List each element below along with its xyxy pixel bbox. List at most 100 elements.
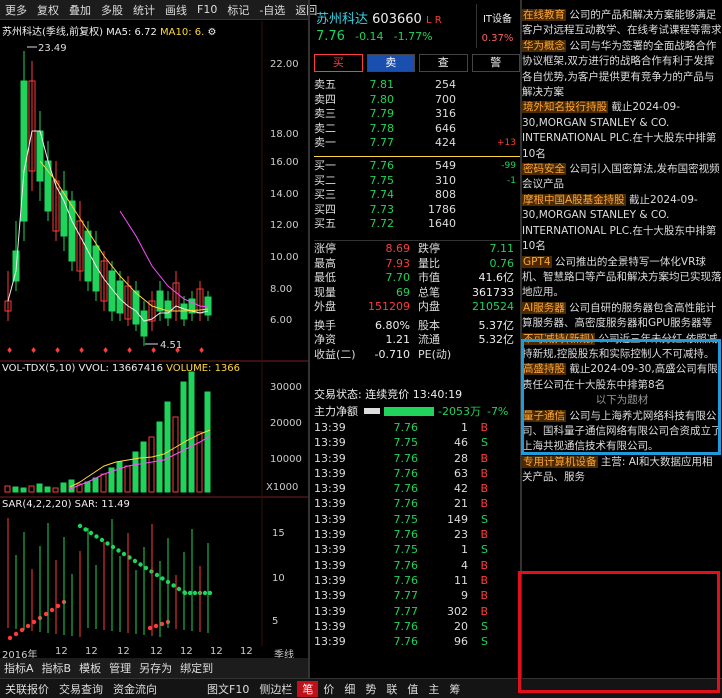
- toolbar-add-watchlist[interactable]: -自选: [254, 2, 290, 18]
- bid-row[interactable]: 买二 7.75 310 -1: [314, 174, 520, 189]
- news-tag[interactable]: 在线教育: [522, 9, 566, 21]
- status-f10[interactable]: 图文F10: [202, 681, 254, 697]
- toolbar-restore-right[interactable]: 复权: [32, 2, 64, 18]
- sar-dot: [171, 583, 176, 588]
- status-sidebar[interactable]: 侧边栏: [254, 681, 297, 697]
- price-tick: 16.00: [270, 157, 299, 168]
- tab-save-as[interactable]: 另存为: [135, 660, 176, 676]
- trade-volume: 11: [454, 573, 468, 587]
- status-tab-trades[interactable]: 笔: [297, 680, 319, 697]
- status-related-quote[interactable]: 关联报价: [0, 681, 54, 697]
- status-fund-flow[interactable]: 资金流向: [108, 681, 162, 697]
- toolbar-mark[interactable]: 标记: [222, 2, 254, 18]
- trade-volume: 28: [454, 451, 468, 465]
- toolbar-overlay[interactable]: 叠加: [64, 2, 96, 18]
- toolbar-more[interactable]: 更多: [0, 2, 32, 18]
- ask-row[interactable]: 卖二 7.78 646: [314, 122, 520, 137]
- sar-panel[interactable]: SAR(4,2,2,20) SAR: 11.49 15 10 5: [0, 498, 308, 646]
- trade-row[interactable]: 13:39 7.76 20 S: [314, 619, 520, 634]
- news-tag[interactable]: 华为概念: [522, 39, 566, 52]
- kline-panel[interactable]: 苏州科达(季线,前复权) MA5: 6.72 MA10: 6. ⚙ ♦ ♦ ♦ ♦ ♦ ♦…: [0, 21, 308, 361]
- trade-row[interactable]: 13:39 7.77 9 B: [314, 588, 520, 603]
- news-tag[interactable]: 密码安全: [522, 163, 566, 176]
- news-item[interactable]: 摩根中国A股基金持股 截止2024-09-30,MORGAN STANLEY &…: [522, 193, 722, 255]
- news-item[interactable]: 在线教育 公司的产品和解决方案能够满足客户对远程互动教学、在线考试课程等需求: [522, 8, 722, 39]
- toolbar-draw-line[interactable]: 画线: [160, 2, 192, 18]
- trade-row[interactable]: 13:39 7.76 28 B: [314, 451, 520, 466]
- stat-row: 涨停 8.69 跌停 7.11: [314, 242, 514, 255]
- bid-row[interactable]: 买一 7.76 549 -99: [314, 159, 520, 174]
- news-item[interactable]: 专用计算机设备 主营: AI和大数据应用相关产品、服务: [522, 455, 722, 486]
- sector-box[interactable]: IT设备 0.37%: [476, 4, 518, 48]
- sar-svg: [7, 498, 263, 646]
- news-item[interactable]: AI服务器 公司自研的服务器包含高性能计算服务器、高密度服务器和GPU服务器等: [522, 301, 722, 332]
- news-tag[interactable]: 专用计算机设备: [522, 455, 598, 468]
- main-flow-row[interactable]: 主力净额 -2053万 -7%: [314, 403, 520, 419]
- x-tick: 12: [85, 646, 98, 657]
- trade-row[interactable]: 13:39 7.77 302 B: [314, 604, 520, 619]
- ask-row[interactable]: 卖三 7.79 316: [314, 107, 520, 122]
- news-tag[interactable]: AI服务器: [522, 301, 566, 314]
- tab-template[interactable]: 模板: [75, 660, 105, 676]
- stat-row: 换手 6.80% 股本 5.37亿: [314, 318, 514, 332]
- trade-row[interactable]: 13:39 7.76 63 B: [314, 466, 520, 481]
- trade-row[interactable]: 13:39 7.75 149 S: [314, 512, 520, 527]
- alert-button[interactable]: 警: [471, 54, 520, 72]
- trade-row[interactable]: 13:39 7.76 11 B: [314, 573, 520, 588]
- query-button[interactable]: 查: [419, 54, 468, 72]
- trade-row[interactable]: 13:39 7.76 96 S: [314, 634, 520, 649]
- ask-row[interactable]: 卖五 7.81 254: [314, 78, 520, 93]
- x-tick: 12: [117, 646, 130, 657]
- trade-row[interactable]: 13:39 7.76 23 B: [314, 527, 520, 542]
- status-tab-value[interactable]: 值: [402, 681, 423, 697]
- trade-price: 7.76: [393, 573, 419, 587]
- tab-indicator-b[interactable]: 指标B: [38, 660, 76, 676]
- status-tab-detail[interactable]: 细: [339, 681, 360, 697]
- vol-unit: X1000: [266, 482, 299, 493]
- tab-bind[interactable]: 绑定到: [176, 660, 217, 676]
- status-tab-link[interactable]: 联: [381, 681, 402, 697]
- news-text: 公司推出的全景特写一体化VR球机、智慧路口等产品和解决方案均已实现落地应用。: [522, 255, 722, 299]
- status-tab-price[interactable]: 价: [318, 681, 339, 697]
- trade-row[interactable]: 13:39 7.76 21 B: [314, 496, 520, 511]
- buy-button[interactable]: 买: [314, 54, 363, 72]
- toolbar-multi-stock[interactable]: 多股: [96, 2, 128, 18]
- stat-row: 外盘 151209 内盘 210524: [314, 300, 514, 313]
- trade-row[interactable]: 13:39 7.76 42 B: [314, 481, 520, 496]
- toolbar-f10[interactable]: F10: [192, 3, 222, 16]
- sell-button[interactable]: 卖: [366, 54, 415, 72]
- bid-row[interactable]: 买三 7.74 808: [314, 188, 520, 203]
- bid-row[interactable]: 买四 7.73 1786: [314, 203, 520, 218]
- news-item[interactable]: 境外知名投行持股 截止2024-09-30,MORGAN STANLEY & C…: [522, 100, 722, 162]
- tab-indicator-a[interactable]: 指标A: [0, 660, 38, 676]
- trade-side: S: [481, 512, 488, 526]
- status-trade-query[interactable]: 交易查询: [54, 681, 108, 697]
- expand-arrow-icon[interactable]: [364, 408, 380, 414]
- news-tag[interactable]: 境外知名投行持股: [522, 101, 608, 114]
- trade-row[interactable]: 13:39 7.75 1 S: [314, 542, 520, 557]
- bid-row[interactable]: 买五 7.72 1640: [314, 217, 520, 232]
- trade-volume: 4: [461, 558, 468, 572]
- divider: [314, 240, 520, 241]
- tab-manage[interactable]: 管理: [105, 660, 135, 676]
- status-tab-main[interactable]: 主: [423, 681, 444, 697]
- x-tick: 12: [180, 646, 193, 657]
- news-item[interactable]: GPT4 公司推出的全景特写一体化VR球机、智慧路口等产品和解决方案均已实现落地…: [522, 255, 722, 301]
- trade-row[interactable]: 13:39 7.76 1 B: [314, 420, 520, 435]
- status-tab-trend[interactable]: 势: [360, 681, 381, 697]
- ask-row[interactable]: 卖一 7.77 424 +13: [314, 136, 520, 151]
- trade-side: B: [480, 466, 488, 480]
- trade-row[interactable]: 13:39 7.75 46 S: [314, 435, 520, 450]
- news-item[interactable]: 华为概念 公司与华为签署的全面战略合作协议框架,双方进行的战略合作有利于发挥各自…: [522, 39, 722, 101]
- trade-row[interactable]: 13:39 7.76 4 B: [314, 558, 520, 573]
- news-tag[interactable]: 摩根中国A股基金持股: [522, 193, 626, 206]
- news-tag[interactable]: GPT4: [522, 255, 552, 268]
- ask-row[interactable]: 卖四 7.80 700: [314, 93, 520, 108]
- volume-panel[interactable]: VOL-TDX(5,10) VVOL: 13667416 VOLUME: 136…: [0, 362, 308, 496]
- status-tab-chips[interactable]: 筹: [444, 681, 465, 697]
- trade-price: 7.75: [393, 512, 419, 526]
- volume-bar: [84, 481, 91, 493]
- toolbar-statistics[interactable]: 统计: [128, 2, 160, 18]
- divider: [308, 0, 310, 678]
- news-item[interactable]: 密码安全 公司引入国密算法,发布国密视频会议产品: [522, 162, 722, 193]
